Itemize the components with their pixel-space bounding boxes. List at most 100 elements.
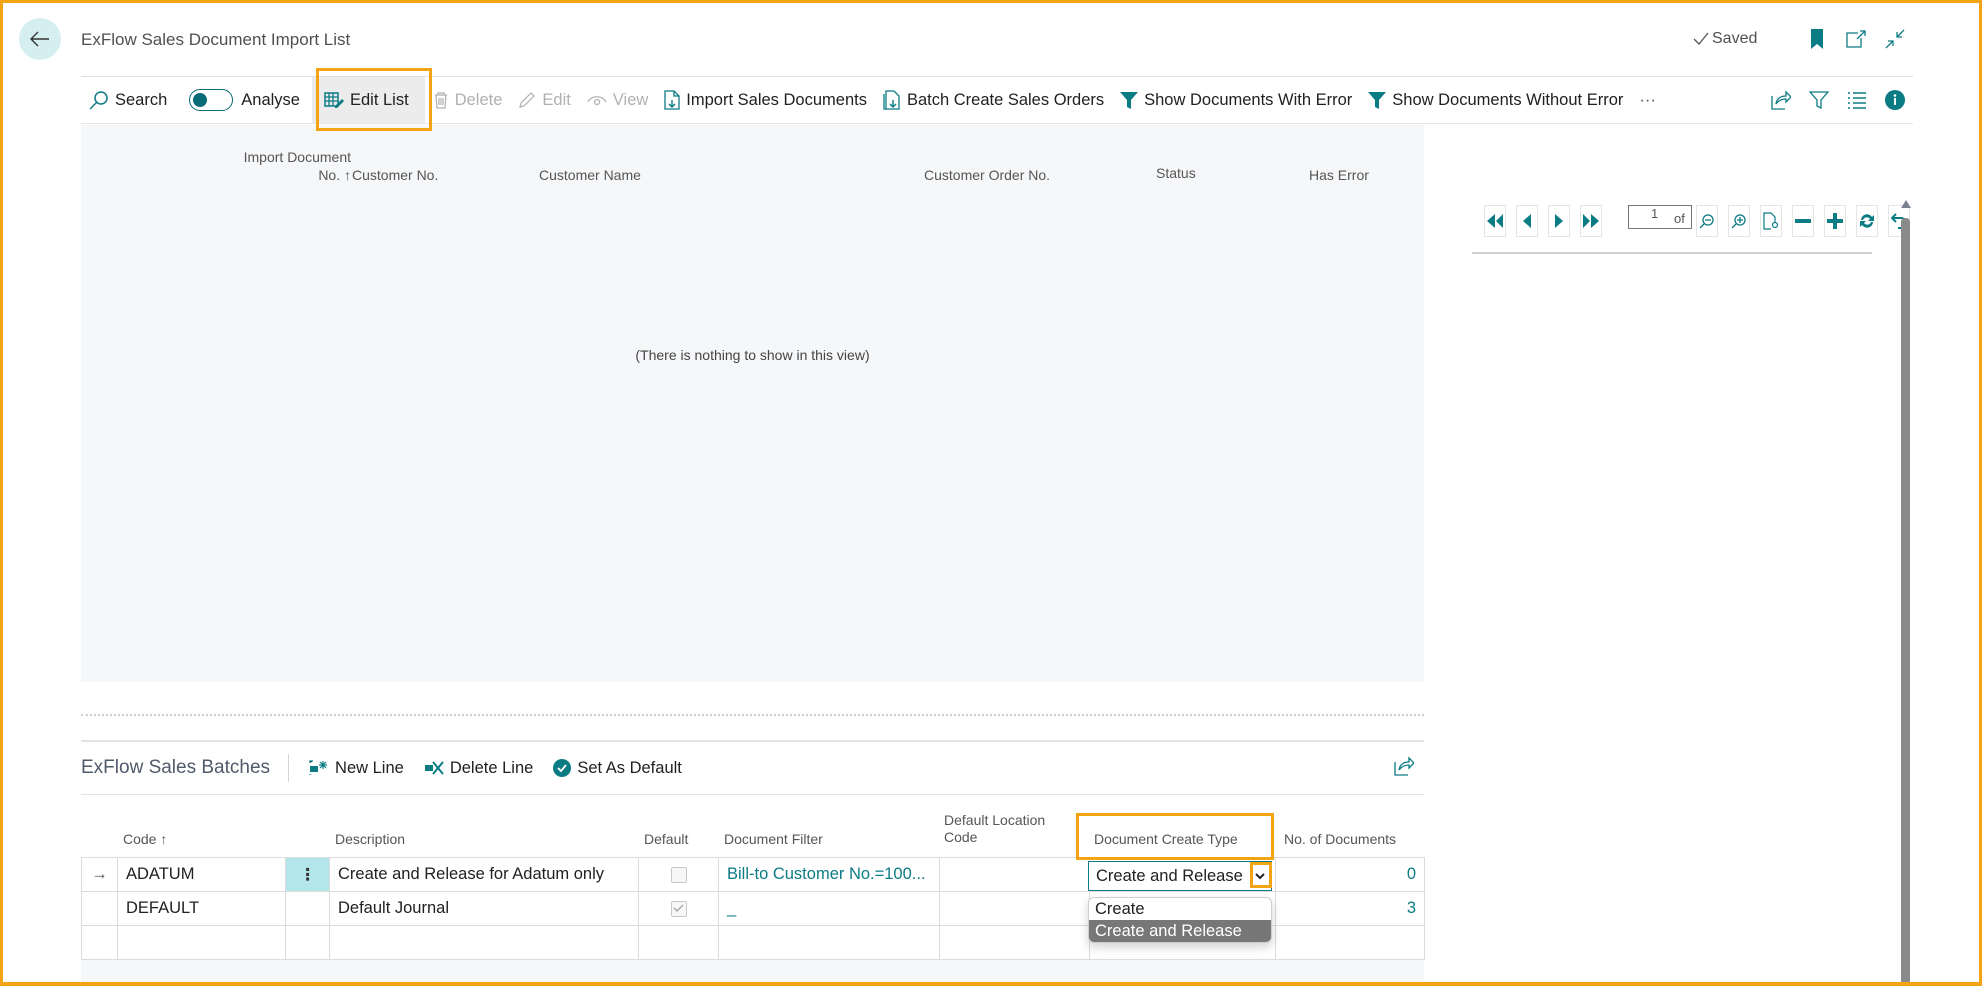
- edit-list-icon: [324, 92, 344, 108]
- empty-cell[interactable]: [718, 925, 940, 960]
- filter-icon: [1120, 92, 1139, 109]
- factbox-scrollbar[interactable]: [1900, 198, 1911, 986]
- document-create-type-select[interactable]: Create and Release: [1088, 861, 1272, 891]
- collapse-icon: [1885, 29, 1905, 49]
- edit-list-label: Edit List: [349, 90, 409, 109]
- col-header-status[interactable]: Status: [1156, 164, 1196, 182]
- row-selected-arrow-icon: →: [81, 857, 118, 892]
- new-line-icon: [309, 760, 328, 775]
- col-header-has-error[interactable]: Has Error: [1309, 166, 1369, 184]
- info-icon[interactable]: [1885, 90, 1905, 110]
- col-header-customer-name[interactable]: Customer Name: [539, 166, 641, 184]
- col-header-customer-no[interactable]: Customer No.: [352, 166, 438, 184]
- option-create[interactable]: Create: [1089, 898, 1271, 920]
- collapse-button[interactable]: [1884, 28, 1906, 50]
- next-page-button[interactable]: [1548, 205, 1570, 237]
- filter-pane-icon[interactable]: [1809, 90, 1829, 110]
- col-header-document-filter[interactable]: Document Filter: [724, 831, 823, 848]
- col-header-line2: Code: [944, 829, 978, 845]
- document-import-icon: [664, 90, 680, 110]
- list-view-icon[interactable]: [1847, 91, 1867, 109]
- delete-button[interactable]: Delete: [425, 77, 511, 123]
- edit-button[interactable]: Edit: [510, 77, 578, 123]
- decrease-button[interactable]: [1792, 205, 1814, 237]
- col-header-customer-order-no[interactable]: Customer Order No.: [924, 166, 1050, 184]
- page-number-value: 1: [1651, 206, 1659, 221]
- search-label: Search: [115, 90, 168, 109]
- col-header-document-create-type[interactable]: Document Create Type: [1094, 831, 1238, 848]
- col-header-description[interactable]: Description: [335, 831, 405, 848]
- check-icon: [1693, 32, 1709, 45]
- view-button[interactable]: View: [579, 77, 656, 123]
- share-icon[interactable]: [1771, 90, 1791, 110]
- empty-cell[interactable]: [939, 925, 1090, 960]
- show-documents-without-error-label: Show Documents Without Error: [1392, 90, 1624, 109]
- description-cell[interactable]: Default Journal: [329, 891, 639, 926]
- increase-button[interactable]: [1824, 205, 1846, 237]
- edit-list-button[interactable]: Edit List: [311, 77, 425, 123]
- empty-cell[interactable]: [1275, 925, 1425, 960]
- sort-arrow-icon: ↑: [160, 831, 168, 847]
- set-as-default-button[interactable]: Set As Default: [553, 759, 682, 778]
- default-checkbox[interactable]: [670, 866, 687, 883]
- fit-page-button[interactable]: [1760, 205, 1782, 237]
- document-filter-cell[interactable]: Bill-to Customer No.=100...: [718, 857, 940, 892]
- first-page-button[interactable]: [1484, 205, 1506, 237]
- new-line-button[interactable]: New Line: [309, 759, 404, 778]
- bookmark-button[interactable]: [1806, 28, 1828, 50]
- part-splitter[interactable]: [81, 714, 1424, 716]
- batch-create-sales-orders-button[interactable]: Batch Create Sales Orders: [875, 77, 1112, 123]
- no-of-documents-cell[interactable]: 3: [1275, 891, 1425, 926]
- no-of-documents-cell[interactable]: 0: [1275, 857, 1425, 892]
- row-indicator-cell: [81, 891, 118, 926]
- col-header-line1: Default Location: [944, 812, 1046, 828]
- scrollbar-thumb[interactable]: [1901, 218, 1910, 986]
- analyse-toggle[interactable]: [189, 89, 234, 111]
- description-cell[interactable]: Create and Release for Adatum only: [329, 857, 639, 892]
- back-button[interactable]: [19, 18, 61, 60]
- col-header-import-document-no[interactable]: Import Document No. ↑: [155, 148, 351, 184]
- default-location-code-cell[interactable]: [939, 857, 1090, 892]
- new-line-label: New Line: [335, 758, 404, 777]
- previous-page-button[interactable]: [1516, 205, 1538, 237]
- col-header-default-location-code[interactable]: Default Location Code: [944, 812, 1045, 846]
- show-documents-with-error-button[interactable]: Show Documents With Error: [1112, 77, 1360, 123]
- grid-footer-area: [81, 960, 1424, 986]
- trash-icon: [434, 92, 447, 109]
- more-options-button[interactable]: ···: [1631, 77, 1663, 123]
- show-documents-without-error-button[interactable]: Show Documents Without Error: [1360, 77, 1631, 123]
- share-icon[interactable]: [1394, 756, 1414, 776]
- empty-list-message: (There is nothing to show in this view): [635, 347, 870, 363]
- analyse-label-item[interactable]: Analyse: [233, 77, 308, 123]
- search-button[interactable]: Search: [81, 77, 175, 123]
- zoom-in-icon: [1731, 214, 1746, 229]
- empty-cell[interactable]: [329, 925, 639, 960]
- empty-cell: [81, 925, 118, 960]
- col-header-default[interactable]: Default: [644, 831, 688, 848]
- dropdown-toggle[interactable]: [1251, 866, 1269, 886]
- col-header-no-of-documents[interactable]: No. of Documents: [1284, 831, 1396, 848]
- zoom-in-button[interactable]: [1728, 205, 1750, 237]
- page-of-label: of: [1674, 211, 1685, 226]
- sort-arrow-icon: ↑: [344, 167, 351, 183]
- default-checkbox[interactable]: [670, 900, 687, 917]
- last-page-button[interactable]: [1580, 205, 1602, 237]
- code-cell[interactable]: ADATUM: [117, 857, 286, 892]
- batch-create-sales-orders-label: Batch Create Sales Orders: [906, 90, 1105, 109]
- edit-label: Edit: [542, 90, 571, 109]
- show-documents-with-error-label: Show Documents With Error: [1144, 90, 1353, 109]
- refresh-button[interactable]: [1856, 205, 1878, 237]
- delete-line-button[interactable]: Delete Line: [424, 759, 533, 778]
- document-filter-cell[interactable]: _: [718, 891, 940, 926]
- open-new-window-button[interactable]: [1845, 28, 1867, 50]
- import-sales-documents-button[interactable]: Import Sales Documents: [656, 77, 875, 123]
- col-header-code[interactable]: Code ↑: [123, 831, 167, 848]
- empty-cell[interactable]: [117, 925, 286, 960]
- code-cell[interactable]: DEFAULT: [117, 891, 286, 926]
- zoom-out-button[interactable]: [1696, 205, 1718, 237]
- first-page-icon: [1487, 214, 1503, 228]
- option-create-and-release[interactable]: Create and Release: [1089, 920, 1271, 942]
- default-location-code-cell[interactable]: [939, 891, 1090, 926]
- next-page-icon: [1555, 214, 1563, 228]
- row-menu-button[interactable]: ⋮: [285, 857, 330, 892]
